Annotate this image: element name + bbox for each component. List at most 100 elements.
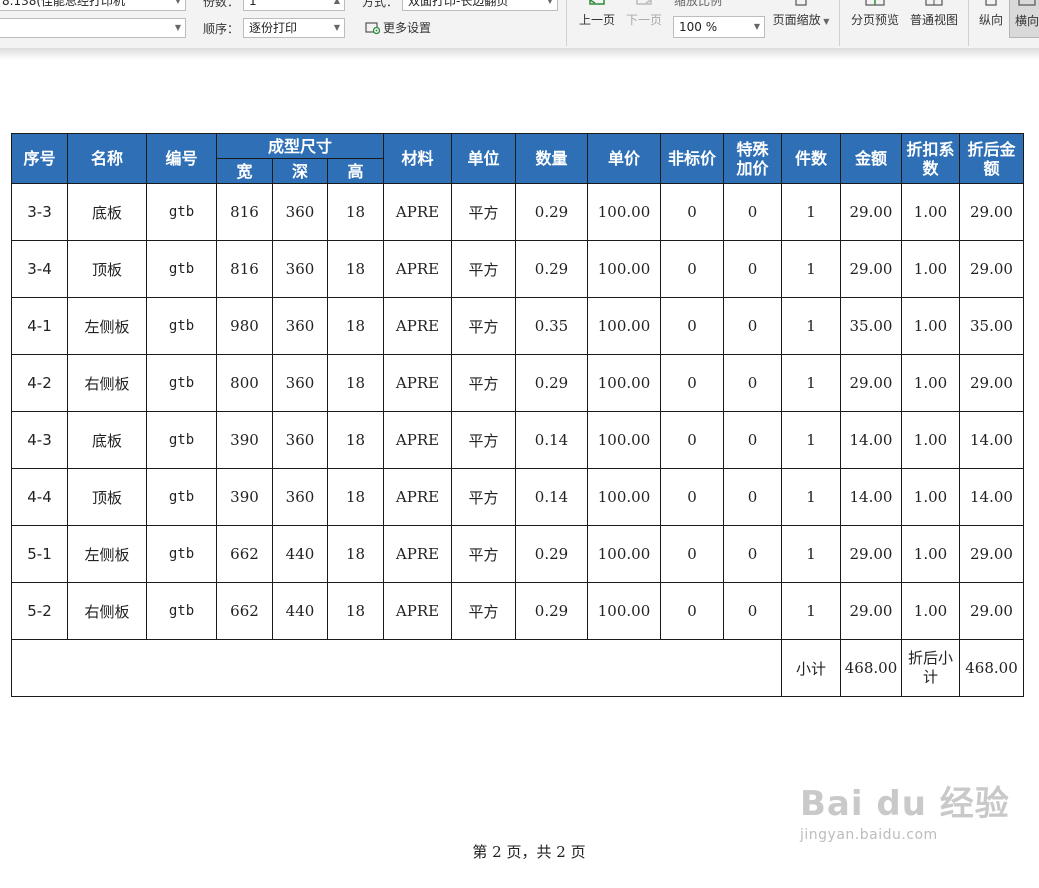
chevron-down-icon: ▼ — [174, 23, 181, 32]
header-size-group: 成型尺寸 — [216, 133, 384, 159]
header-name: 名称 — [67, 133, 147, 184]
cell-amount: 35.00 — [840, 297, 902, 355]
cell-depth: 360 — [272, 468, 328, 526]
cell-height: 18 — [327, 297, 384, 355]
landscape-button[interactable]: 横向 — [1009, 0, 1039, 38]
cell-nonstd: 0 — [660, 468, 724, 526]
table-row: 3-3 底板 gtb 816 360 18 APRE 平方 0.29 100.0… — [11, 183, 1024, 241]
header-unit: 单位 — [451, 133, 516, 184]
page-break-preview-button[interactable]: 分页预览 — [849, 0, 901, 28]
toolbar-divider — [839, 0, 840, 46]
cell-unit: 平方 — [451, 411, 516, 469]
cell-seq: 3-3 — [11, 183, 68, 241]
cell-depth: 360 — [272, 183, 328, 241]
cell-amount: 14.00 — [840, 411, 902, 469]
cell-after: 29.00 — [959, 582, 1024, 640]
cell-height: 18 — [327, 582, 384, 640]
cell-width: 390 — [216, 411, 273, 469]
cell-amount: 29.00 — [840, 354, 902, 412]
cell-depth: 360 — [272, 354, 328, 412]
page-zoom-label: 页面缩放 — [772, 13, 821, 27]
cell-discount: 1.00 — [901, 297, 960, 355]
table-row: 4-4 顶板 gtb 390 360 18 APRE 平方 0.14 100.0… — [11, 468, 1024, 526]
page-break-icon — [865, 0, 885, 6]
cell-qty: 0.29 — [515, 582, 588, 640]
page-zoom-icon — [795, 0, 807, 6]
cell-unit: 平方 — [451, 354, 516, 412]
normal-view-label: 普通视图 — [909, 13, 958, 27]
cell-unit: 平方 — [451, 582, 516, 640]
cell-nonstd: 0 — [660, 354, 724, 412]
header-width: 宽 — [216, 158, 273, 184]
mode-select[interactable]: 双面打印-长边翻页 ▼ — [402, 0, 558, 11]
table-row: 5-1 左侧板 gtb 662 440 18 APRE 平方 0.29 100.… — [11, 525, 1024, 583]
next-page-button[interactable]: 下一页 — [626, 0, 662, 28]
cell-height: 18 — [327, 183, 384, 241]
watermark-logo: Bai du 经验 — [800, 784, 1010, 824]
table-row: 4-3 底板 gtb 390 360 18 APRE 平方 0.14 100.0… — [11, 411, 1024, 469]
quote-table: 序号 名称 编号 成型尺寸 材料 单位 数量 单价 非标价 特殊加价 件数 金额… — [11, 133, 1024, 697]
page-zoom-button[interactable]: 页面缩放 ▼ — [771, 0, 831, 28]
cell-height: 18 — [327, 240, 384, 298]
chevron-down-icon: ▼ — [546, 0, 553, 5]
copies-input[interactable]: 1 ▲ — [243, 0, 345, 11]
cell-after: 29.00 — [959, 240, 1024, 298]
cell-width: 980 — [216, 297, 273, 355]
cell-price: 100.00 — [587, 411, 661, 469]
mode-label: 方式： — [362, 0, 399, 9]
cell-price: 100.00 — [587, 354, 661, 412]
cell-pieces: 1 — [781, 240, 841, 298]
cell-after: 29.00 — [959, 525, 1024, 583]
grid-view-icon — [925, 0, 943, 6]
order-label: 顺序： — [203, 22, 240, 36]
cell-price: 100.00 — [587, 297, 661, 355]
printer-select-value: 8.138(佳能总经打印机 — [2, 0, 126, 8]
cell-code: gtb — [146, 354, 217, 412]
cell-width: 662 — [216, 525, 273, 583]
copies-label: 份数： — [203, 0, 240, 9]
header-qty: 数量 — [515, 133, 588, 184]
toolbar-divider — [968, 0, 969, 46]
cell-amount: 29.00 — [840, 525, 902, 583]
cell-code: gtb — [146, 525, 217, 583]
chevron-down-icon: ▼ — [174, 0, 181, 5]
cell-qty: 0.29 — [515, 354, 588, 412]
cell-seq: 3-4 — [11, 240, 68, 298]
cell-material: APRE — [383, 582, 452, 640]
cell-discount: 1.00 — [901, 240, 960, 298]
cell-price: 100.00 — [587, 240, 661, 298]
header-pieces: 件数 — [781, 133, 841, 184]
paper-select[interactable]: ▼ — [0, 18, 186, 38]
after-subtotal-label: 折后小计 — [901, 639, 960, 697]
cell-price: 100.00 — [587, 183, 661, 241]
zoom-select[interactable]: 100 % ▼ — [673, 16, 765, 38]
cell-after: 29.00 — [959, 354, 1024, 412]
cell-width: 816 — [216, 183, 273, 241]
prev-page-label: 上一页 — [579, 13, 616, 27]
cell-seq: 4-1 — [11, 297, 68, 355]
cell-material: APRE — [383, 240, 452, 298]
cell-after: 35.00 — [959, 297, 1024, 355]
cell-material: APRE — [383, 297, 452, 355]
cell-special: 0 — [723, 582, 782, 640]
more-settings-label: 更多设置 — [383, 21, 432, 35]
cell-pieces: 1 — [781, 183, 841, 241]
header-height: 高 — [327, 158, 384, 184]
cell-seq: 5-2 — [11, 582, 68, 640]
cell-discount: 1.00 — [901, 354, 960, 412]
mode-select-value: 双面打印-长边翻页 — [408, 0, 509, 8]
cell-discount: 1.00 — [901, 183, 960, 241]
cell-discount: 1.00 — [901, 525, 960, 583]
cell-special: 0 — [723, 240, 782, 298]
dropdown-caret-icon: ▼ — [820, 17, 830, 26]
order-select[interactable]: 逐份打印 ▼ — [243, 18, 345, 38]
cell-unit: 平方 — [451, 183, 516, 241]
more-settings-button[interactable]: 更多设置 — [365, 19, 431, 36]
portrait-button[interactable]: 纵向 — [976, 0, 1006, 28]
toolbar-shadow — [0, 48, 1039, 60]
normal-view-button[interactable]: 普通视图 — [908, 0, 960, 28]
cell-pieces: 1 — [781, 354, 841, 412]
prev-page-button[interactable]: 上一页 — [579, 0, 615, 28]
printer-select[interactable]: 8.138(佳能总经打印机 ▼ — [0, 0, 186, 11]
cell-price: 100.00 — [587, 468, 661, 526]
